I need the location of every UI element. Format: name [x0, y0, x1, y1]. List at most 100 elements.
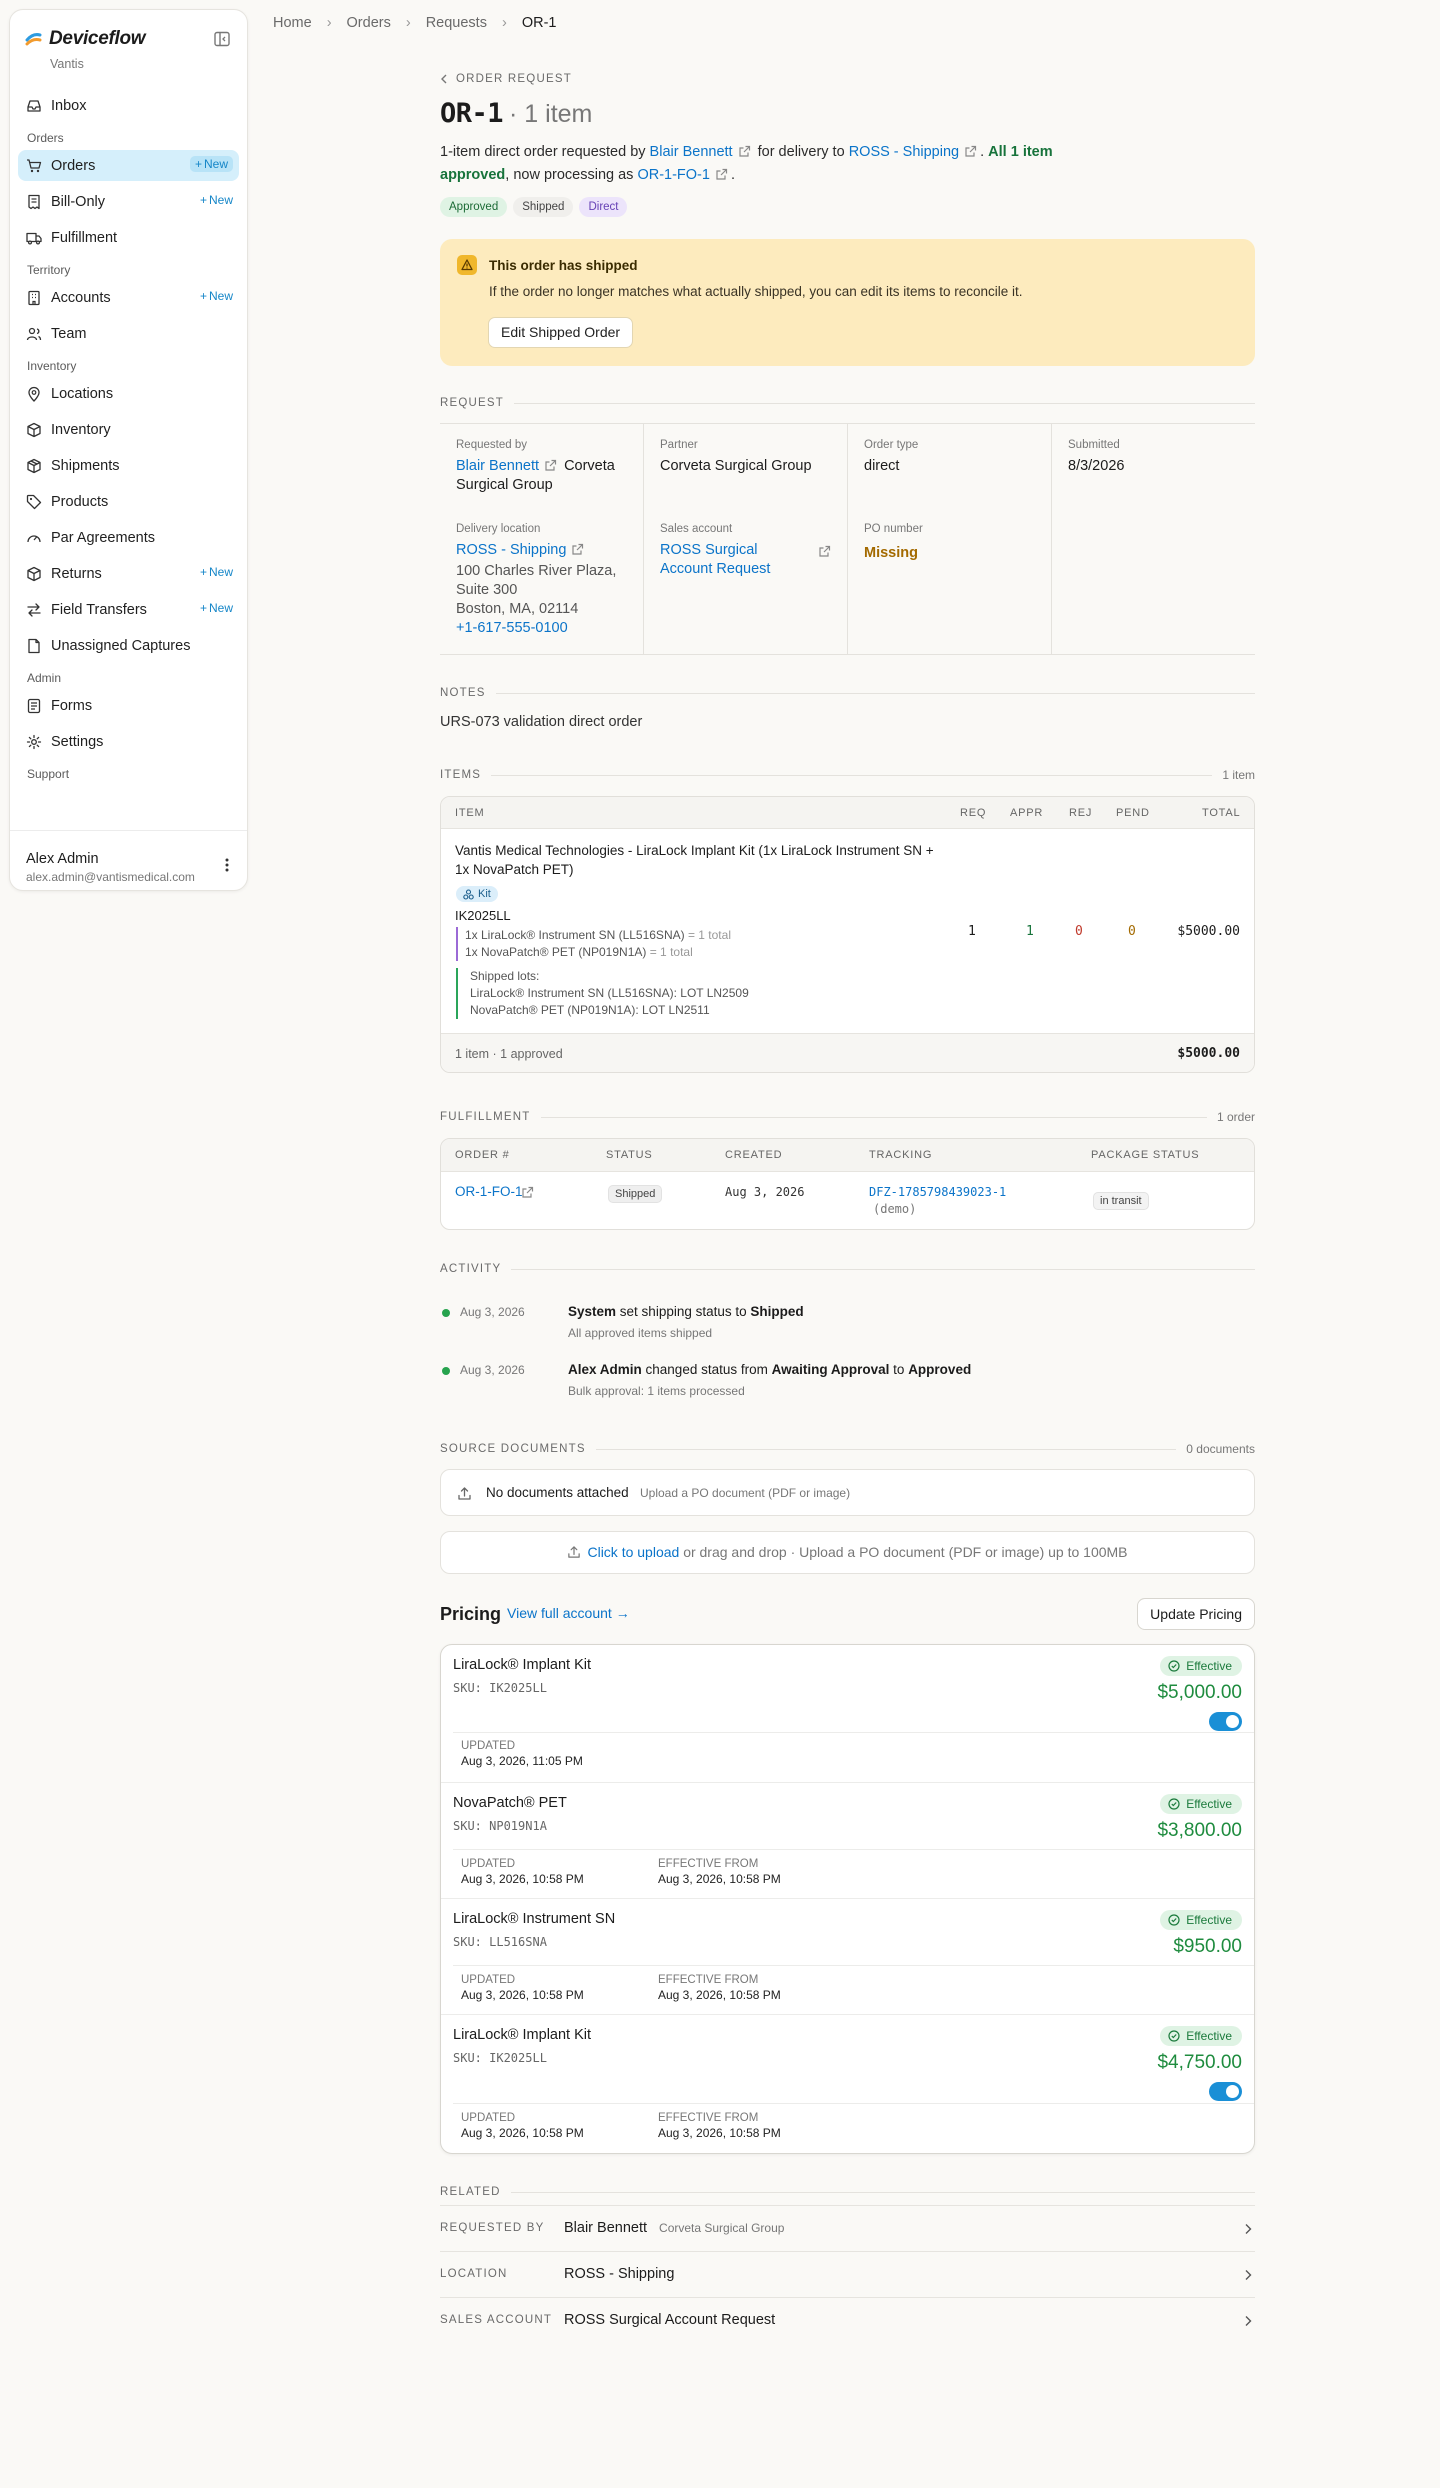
- pricing-title: Pricing: [440, 1604, 502, 1624]
- price-value: $3,800.00: [1157, 1820, 1242, 1841]
- new-badge[interactable]: + New: [200, 289, 233, 303]
- upload-dropzone[interactable]: Click to upload or drag and drop · Uploa…: [440, 1531, 1255, 1574]
- item-name: Vantis Medical Technologies - LiraLock I…: [455, 841, 935, 879]
- user-name: Alex Admin: [26, 851, 99, 867]
- created-date: Aug 3, 2026: [725, 1185, 805, 1199]
- sidebar-item-label: Unassigned Captures: [51, 637, 191, 654]
- new-badge-label: New: [208, 565, 233, 579]
- chevron-right-icon: [1245, 2270, 1252, 2280]
- breadcrumb-orders[interactable]: Orders: [347, 15, 391, 31]
- sidebar-item-products[interactable]: Products: [18, 486, 239, 517]
- sidebar-item-bill-only[interactable]: Bill-Only + New: [18, 186, 239, 217]
- phone-link[interactable]: +1-617-555-0100: [456, 620, 568, 636]
- activity-verb: changed status from: [645, 1362, 768, 1377]
- item-count: · 1 item: [509, 100, 593, 128]
- new-badge[interactable]: + New: [200, 193, 233, 207]
- fulfillment-link[interactable]: OR-1-FO-1: [637, 167, 710, 183]
- section-label: RELATED: [440, 2186, 501, 2198]
- external-link-icon[interactable]: [544, 459, 557, 472]
- external-link-icon[interactable]: [738, 145, 751, 158]
- price-sku: SKU: IK2025LL: [453, 1681, 547, 1695]
- effective-badge: Effective: [1160, 1794, 1242, 1814]
- related-sales-account[interactable]: SALES ACCOUNT ROSS Surgical Account Requ…: [440, 2298, 1255, 2344]
- fulfillment-order-link[interactable]: OR-1-FO-1: [455, 1184, 523, 1199]
- brand[interactable]: Deviceflow: [25, 28, 146, 50]
- sidebar-item-field-transfers[interactable]: Field Transfers + New: [18, 594, 239, 625]
- chevron-right-icon: [1245, 2224, 1252, 2234]
- price-sku: SKU: NP019N1A: [453, 1819, 547, 1833]
- collapse-sidebar-icon[interactable]: [213, 30, 233, 50]
- price-card: NovaPatch® PET SKU: NP019N1A Effective $…: [441, 1783, 1254, 1899]
- sidebar-item-accounts[interactable]: Accounts + New: [18, 282, 239, 313]
- cart-icon: [27, 158, 42, 172]
- price-card: LiraLock® Implant Kit SKU: IK2025LL Effe…: [441, 1645, 1254, 1783]
- activity-text: Alex Admin changed status from Awaiting …: [568, 1362, 971, 1377]
- new-badge[interactable]: + New: [200, 565, 233, 579]
- item-name-line: 1x NovaPatch PET): [455, 862, 574, 877]
- section-label: REQUEST: [440, 397, 504, 409]
- related-requested-by[interactable]: REQUESTED BY Blair Bennett Corveta Surgic…: [440, 2206, 1255, 2252]
- sidebar-item-unassigned-captures[interactable]: Unassigned Captures: [18, 630, 239, 661]
- breadcrumb-requests[interactable]: Requests: [426, 15, 487, 31]
- sales-account-link[interactable]: ROSS Surgical Account Request: [660, 542, 770, 577]
- sidebar-item-par-agreements[interactable]: Par Agreements: [18, 522, 239, 553]
- kit-components: 1x LiraLock® Instrument SN (LL516SNA) = …: [456, 927, 731, 961]
- effective-badge: Effective: [1160, 1656, 1242, 1676]
- edit-shipped-order-button[interactable]: Edit Shipped Order: [488, 317, 634, 348]
- sidebar-item-shipments[interactable]: Shipments: [18, 450, 239, 481]
- sidebar-item-label: Inbox: [51, 97, 87, 114]
- back-link[interactable]: ORDER REQUEST: [440, 73, 1255, 85]
- breadcrumb-home[interactable]: Home: [273, 15, 312, 31]
- status-badge-approved: Approved: [440, 197, 508, 217]
- sidebar-item-inventory[interactable]: Inventory: [18, 414, 239, 445]
- item-total: $5000.00: [1177, 924, 1240, 939]
- view-full-account-link[interactable]: View full account →: [507, 1605, 630, 1621]
- update-pricing-button[interactable]: Update Pricing: [1137, 1598, 1255, 1630]
- sidebar-item-locations[interactable]: Locations: [18, 378, 239, 409]
- new-badge[interactable]: + New: [200, 601, 233, 615]
- external-link-icon[interactable]: [521, 1186, 534, 1199]
- delivery-location-link[interactable]: ROSS - Shipping: [456, 542, 566, 558]
- price-card: LiraLock® Implant Kit SKU: IK2025LL Effe…: [441, 2015, 1254, 2153]
- new-badge[interactable]: + New: [189, 156, 233, 172]
- sidebar-item-settings[interactable]: Settings: [18, 726, 239, 757]
- sidebar-item-returns[interactable]: Returns + New: [18, 558, 239, 589]
- pricing-list: LiraLock® Implant Kit SKU: IK2025LL Effe…: [440, 1644, 1255, 2154]
- appr-qty: 1: [1026, 924, 1034, 939]
- plus-icon: +: [199, 565, 207, 579]
- external-link-icon[interactable]: [715, 168, 728, 181]
- price-product-name: NovaPatch® PET: [453, 1795, 567, 1811]
- sidebar-item-forms[interactable]: Forms: [18, 690, 239, 721]
- price-toggle[interactable]: [1209, 1712, 1242, 1731]
- price-toggle[interactable]: [1209, 2082, 1242, 2101]
- user-menu[interactable]: Alex Admin alex.admin@vantismedical.com: [10, 830, 247, 884]
- more-vertical-icon[interactable]: [225, 858, 229, 872]
- tracking-link[interactable]: DFZ-1785798439023-1: [869, 1185, 1006, 1199]
- meta-value: Aug 3, 2026, 10:58 PM: [658, 2126, 781, 2140]
- sidebar-item-orders[interactable]: Orders + New: [18, 150, 239, 181]
- requested-by-link[interactable]: Blair Bennett: [456, 458, 539, 474]
- external-link-icon[interactable]: [818, 545, 831, 558]
- related-location[interactable]: LOCATION ROSS - Shipping: [440, 2252, 1255, 2298]
- request-details: Requested by Blair Bennett Corveta Surgi…: [440, 423, 1255, 655]
- requested-by-value: Blair Bennett Corveta Surgical Group: [456, 457, 627, 495]
- table-row[interactable]: Vantis Medical Technologies - LiraLock I…: [441, 829, 1254, 1034]
- check-circle-icon: [1168, 2030, 1180, 2042]
- meta-label: UPDATED: [461, 1740, 516, 1752]
- external-link-icon[interactable]: [571, 543, 584, 556]
- sidebar-item-label: Par Agreements: [51, 529, 155, 546]
- click-to-upload-link[interactable]: Click to upload: [587, 1544, 679, 1560]
- sidebar-item-team[interactable]: Team: [18, 318, 239, 349]
- sidebar-item-inbox[interactable]: Inbox: [18, 90, 239, 121]
- activity-entry: Aug 3, 2026 System set shipping status t…: [440, 1302, 1255, 1360]
- external-link-icon[interactable]: [964, 145, 977, 158]
- requester-link[interactable]: Blair Bennett: [650, 144, 733, 160]
- summary-text: for delivery to: [757, 144, 845, 160]
- location-link[interactable]: ROSS - Shipping: [849, 144, 959, 160]
- sidebar-item-fulfillment[interactable]: Fulfillment: [18, 222, 239, 253]
- column-header: PACKAGE STATUS: [1091, 1149, 1200, 1161]
- new-badge-label: New: [208, 193, 233, 207]
- effective-label: Effective: [1186, 2029, 1232, 2043]
- sidebar-item-label: Field Transfers: [51, 601, 147, 618]
- address-line: Suite 300: [456, 582, 518, 598]
